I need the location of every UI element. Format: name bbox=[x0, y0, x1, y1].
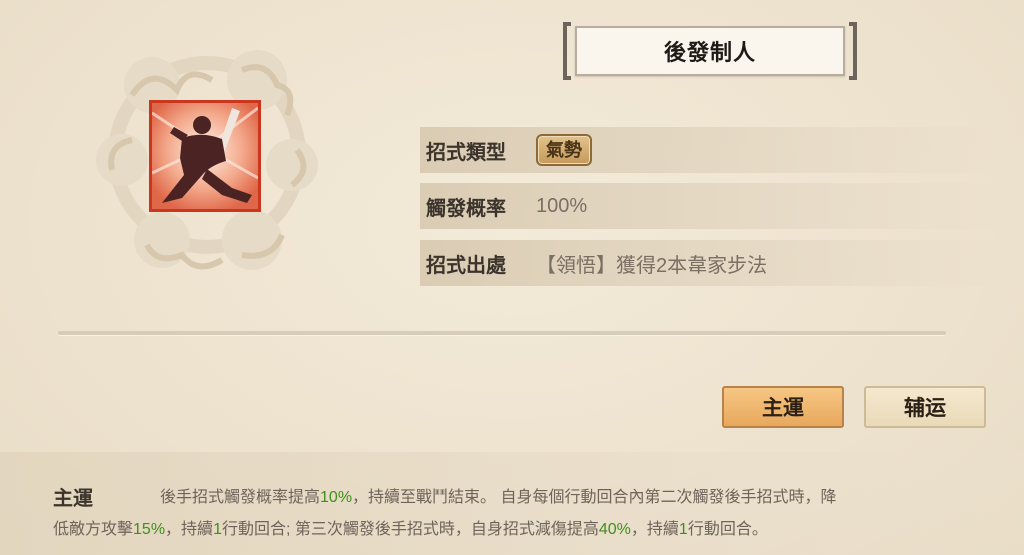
aux-mode-button[interactable]: 辅运 bbox=[864, 386, 986, 428]
skill-source-label: 招式出處 bbox=[426, 254, 506, 277]
skill-title-plate: 後發制人 bbox=[563, 22, 857, 80]
desc-text: 低敵方攻擊 bbox=[53, 521, 134, 538]
divider bbox=[58, 331, 946, 335]
desc-text: 行動回合; 第三次觸發後手招式時，自身招式減傷提高 bbox=[221, 521, 599, 538]
skill-detail-panel: 後發制人 招式類型 氣勢 觸發概率 100% 招式出處 【領悟】獲得2本韋家步法… bbox=[0, 0, 1024, 555]
warrior-stance-icon bbox=[152, 103, 258, 209]
desc-highlight: 10% bbox=[320, 489, 353, 506]
desc-highlight: 40% bbox=[598, 521, 631, 538]
description-title: 主運 bbox=[53, 488, 93, 510]
desc-highlight: 15% bbox=[133, 521, 166, 538]
description-line-2: 低敵方攻擊15%，持續1行動回合; 第三次觸發後手招式時，自身招式減傷提高40%… bbox=[53, 515, 768, 539]
title-box: 後發制人 bbox=[575, 26, 845, 76]
skill-source-value: 【領悟】獲得2本韋家步法 bbox=[536, 254, 768, 277]
trigger-rate-row: 觸發概率 100% bbox=[420, 183, 1000, 229]
desc-text: 後手招式觸發概率提高 bbox=[160, 489, 321, 506]
trigger-rate-value: 100% bbox=[536, 194, 588, 217]
skill-type-tag: 氣勢 bbox=[536, 134, 592, 166]
desc-text: ，持續 bbox=[630, 521, 679, 538]
main-mode-button[interactable]: 主運 bbox=[722, 386, 844, 428]
skill-icon bbox=[149, 100, 261, 212]
skill-source-row: 招式出處 【領悟】獲得2本韋家步法 bbox=[420, 240, 1000, 286]
skill-type-row: 招式類型 氣勢 bbox=[420, 127, 1000, 173]
desc-text: ，持續至戰鬥結束。 自身每個行動回合內第二次觸發後手招式時，降 bbox=[352, 489, 837, 506]
skill-name: 後發制人 bbox=[663, 40, 756, 65]
description-line-1: 後手招式觸發概率提高10%，持續至戰鬥結束。 自身每個行動回合內第二次觸發後手招… bbox=[160, 483, 837, 507]
desc-text: 行動回合。 bbox=[687, 521, 768, 538]
desc-highlight: 1 bbox=[213, 521, 222, 538]
title-bracket-left bbox=[563, 22, 571, 80]
skill-type-label: 招式類型 bbox=[426, 141, 506, 164]
desc-text: ，持續 bbox=[165, 521, 214, 538]
trigger-rate-label: 觸發概率 bbox=[426, 197, 506, 220]
title-bracket-right bbox=[849, 22, 857, 80]
desc-highlight: 1 bbox=[678, 521, 688, 538]
